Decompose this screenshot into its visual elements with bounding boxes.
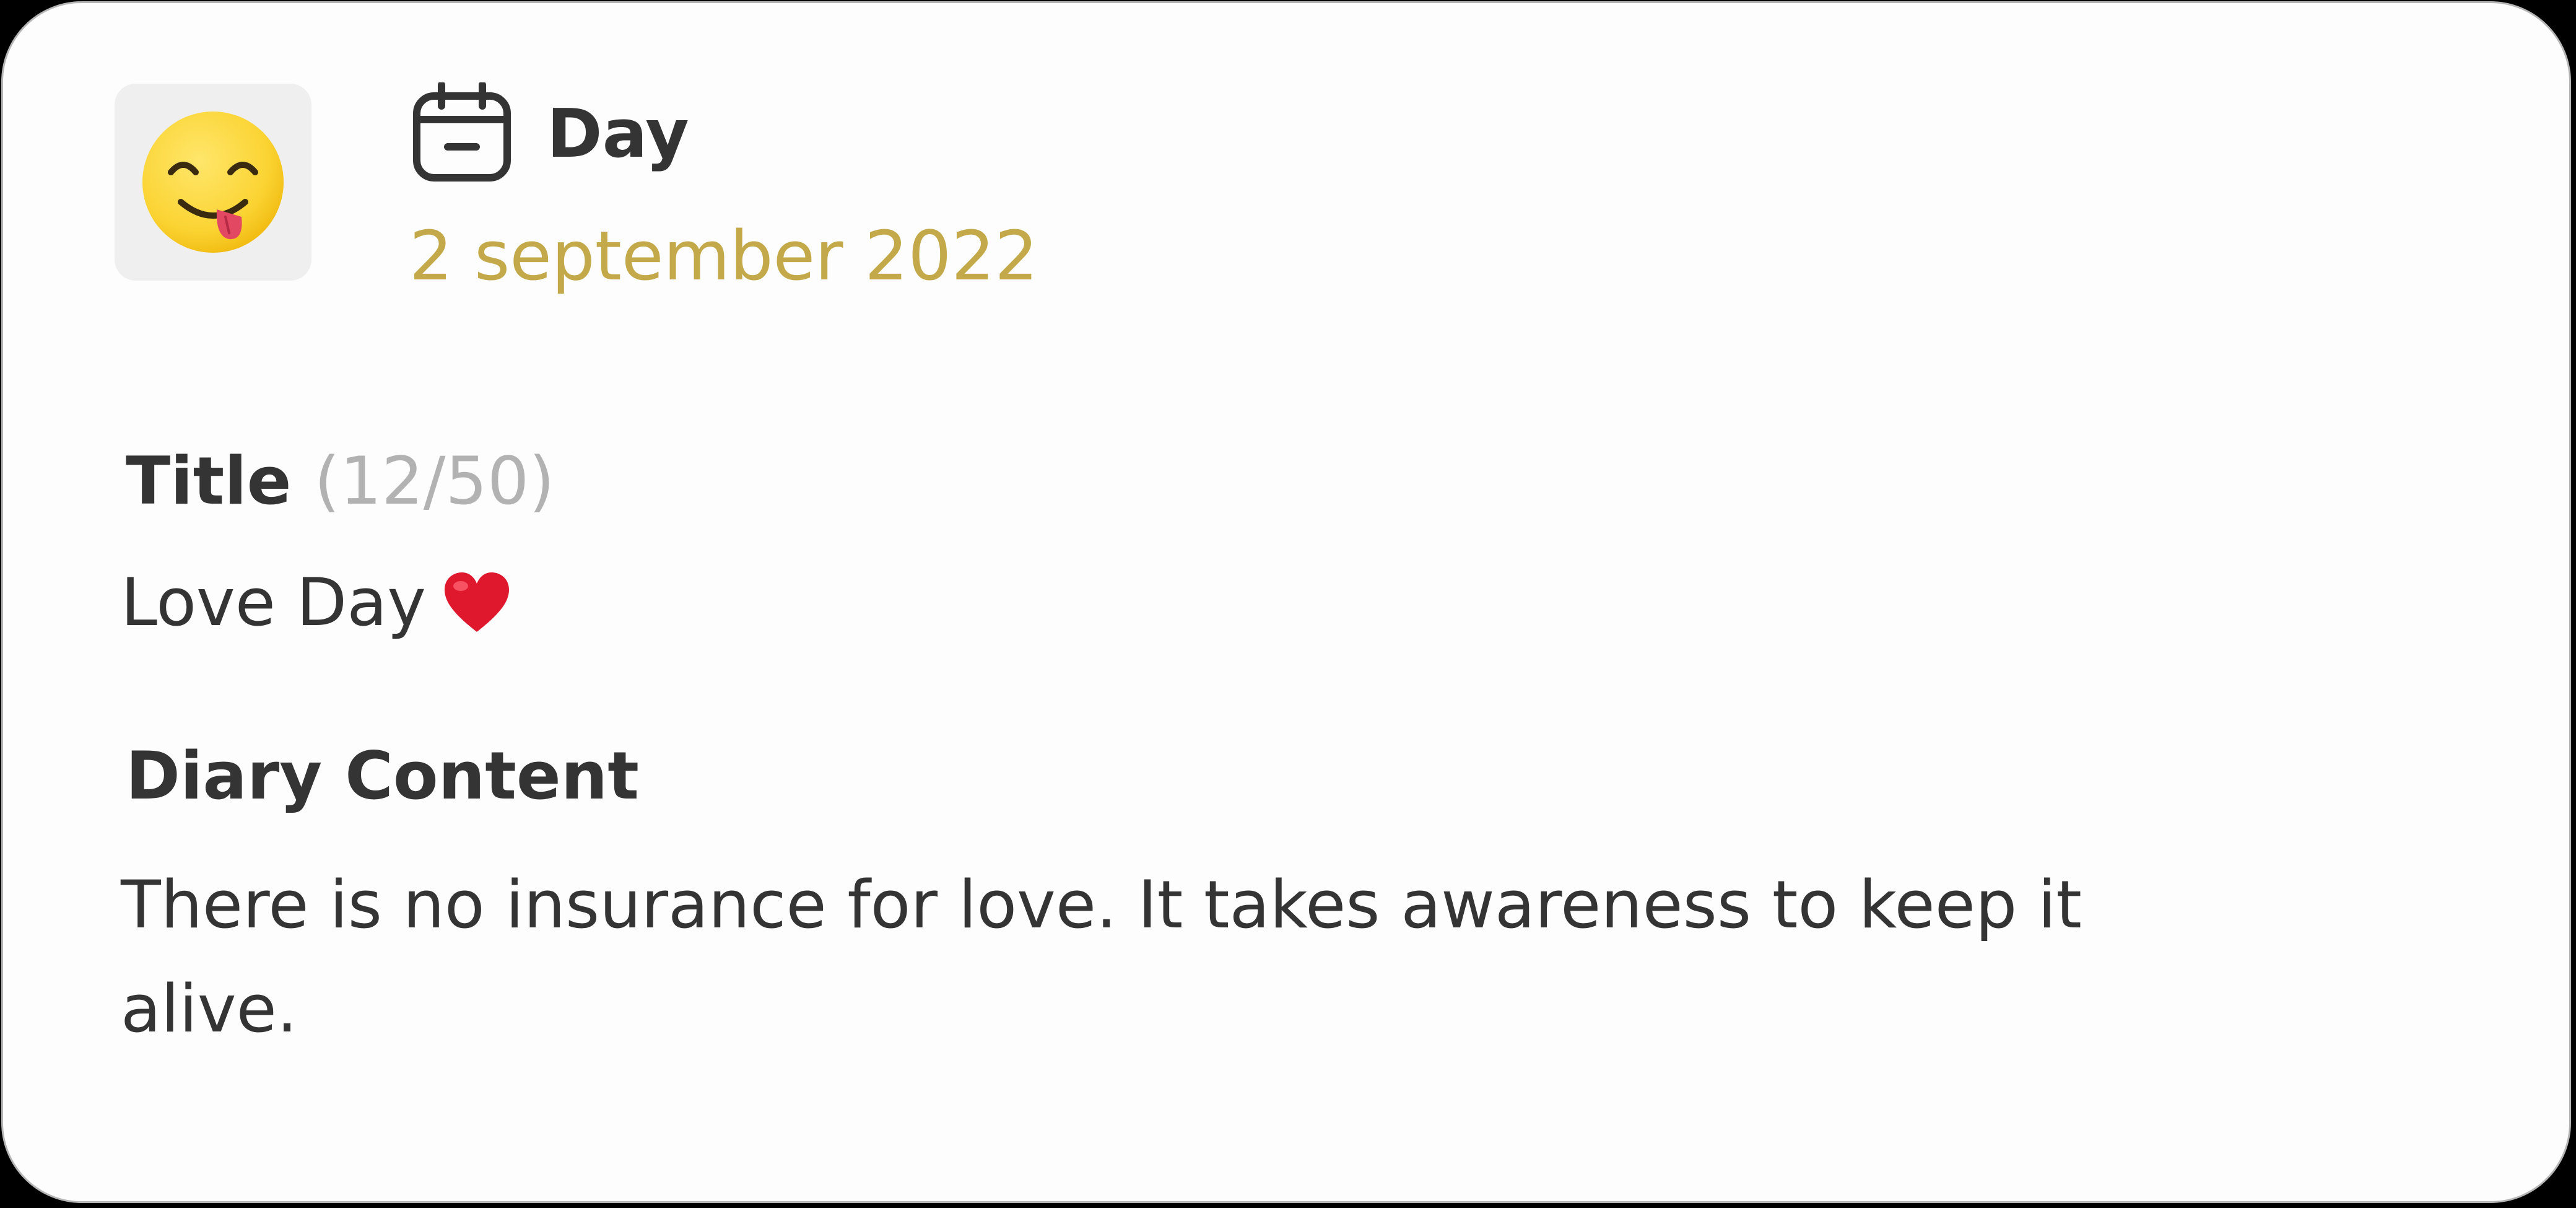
title-field[interactable]: Love Day	[121, 559, 511, 646]
calendar-icon	[413, 82, 511, 182]
title-label: Title (12/50)	[126, 438, 555, 525]
title-value: Love Day	[121, 564, 426, 641]
title-char-count: (12/50)	[314, 443, 555, 519]
mood-tile[interactable]	[115, 84, 311, 281]
face-savoring-food-icon	[142, 112, 284, 253]
red-heart-icon	[445, 572, 509, 632]
date-heading: Day	[547, 95, 689, 173]
title-label-text: Title	[126, 443, 292, 519]
diary-entry-card: Day 2 september 2022 Title (12/50) Love …	[1, 1, 2571, 1203]
content-label: Diary Content	[126, 738, 639, 814]
entry-date[interactable]: 2 september 2022	[409, 212, 1038, 299]
content-field[interactable]: There is no insurance for love. It takes…	[121, 853, 2276, 1061]
